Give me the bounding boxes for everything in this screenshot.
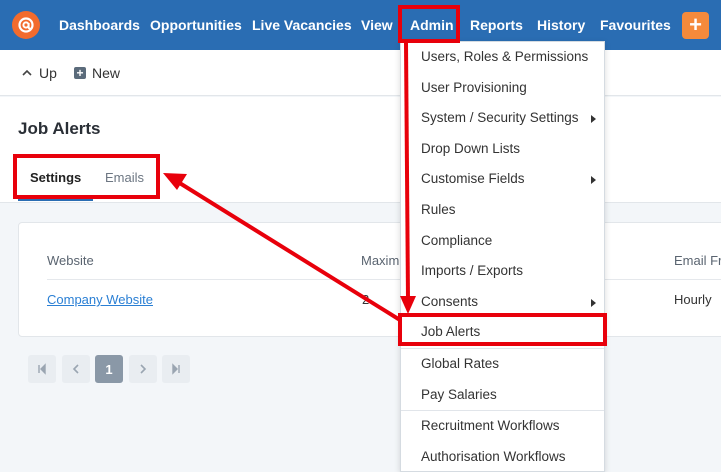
column-header-email-frequency[interactable]: Email Fr bbox=[674, 253, 721, 268]
menu-item-customise-fields[interactable]: Customise Fields bbox=[401, 164, 604, 194]
menu-item-imports-exports[interactable]: Imports / Exports bbox=[401, 256, 604, 286]
nav-dashboards[interactable]: Dashboards bbox=[59, 0, 140, 50]
top-nav-bar: Dashboards Opportunities Live Vacancies … bbox=[0, 0, 721, 50]
job-alerts-table-card: Website Maxim Email Fr Company Website 2… bbox=[18, 222, 721, 337]
nav-favourites[interactable]: Favourites bbox=[600, 0, 671, 50]
first-page-icon bbox=[38, 363, 46, 375]
menu-item-label: Consents bbox=[421, 294, 479, 309]
chevron-right-icon bbox=[140, 364, 147, 374]
menu-item-authorisation-workflows[interactable]: Authorisation Workflows bbox=[401, 442, 604, 472]
submenu-arrow-icon bbox=[591, 115, 596, 123]
page-title: Job Alerts bbox=[18, 119, 101, 138]
last-page-icon bbox=[172, 363, 180, 375]
next-page-button[interactable] bbox=[129, 355, 157, 383]
new-button[interactable]: + New bbox=[74, 65, 120, 81]
cell-email-frequency: Hourly bbox=[674, 292, 712, 307]
menu-item-label: System / Security Settings bbox=[421, 110, 579, 125]
highlight-box-job-alerts bbox=[398, 313, 607, 346]
nav-view[interactable]: View bbox=[361, 0, 393, 50]
previous-page-button[interactable] bbox=[62, 355, 90, 383]
toolbar: Up + New bbox=[0, 50, 721, 96]
website-link[interactable]: Company Website bbox=[47, 292, 153, 307]
current-page[interactable]: 1 bbox=[95, 355, 123, 383]
menu-item-global-rates[interactable]: Global Rates bbox=[401, 349, 604, 379]
menu-item-recruitment-workflows[interactable]: Recruitment Workflows bbox=[401, 411, 604, 441]
plus-square-icon: + bbox=[74, 67, 86, 79]
row-divider bbox=[47, 279, 721, 280]
nav-opportunities[interactable]: Opportunities bbox=[150, 0, 242, 50]
column-header-maximum[interactable]: Maxim bbox=[361, 253, 399, 268]
menu-item-pay-salaries[interactable]: Pay Salaries bbox=[401, 380, 604, 410]
new-label: New bbox=[92, 65, 121, 81]
submenu-arrow-icon bbox=[591, 299, 596, 307]
menu-item-label: Customise Fields bbox=[421, 171, 525, 186]
admin-dropdown-menu: Users, Roles & Permissions User Provisio… bbox=[400, 41, 605, 472]
highlight-box-tabs bbox=[13, 154, 160, 199]
chevron-up-icon bbox=[22, 69, 32, 76]
menu-item-rules[interactable]: Rules bbox=[401, 195, 604, 225]
menu-item-drop-down-lists[interactable]: Drop Down Lists bbox=[401, 134, 604, 164]
highlight-box-admin bbox=[398, 5, 460, 43]
nav-live-vacancies[interactable]: Live Vacancies bbox=[252, 0, 352, 50]
chevron-left-icon bbox=[72, 364, 79, 374]
last-page-button[interactable] bbox=[162, 355, 190, 383]
up-button[interactable]: Up bbox=[22, 65, 57, 81]
add-button[interactable]: + bbox=[682, 12, 709, 39]
menu-item-compliance[interactable]: Compliance bbox=[401, 226, 604, 256]
first-page-button[interactable] bbox=[28, 355, 56, 383]
up-label: Up bbox=[39, 65, 57, 81]
submenu-arrow-icon bbox=[591, 176, 596, 184]
column-header-website[interactable]: Website bbox=[47, 253, 94, 268]
cell-maximum: 2 bbox=[362, 292, 370, 307]
app-logo-icon[interactable] bbox=[12, 11, 40, 39]
menu-item-user-provisioning[interactable]: User Provisioning bbox=[401, 73, 604, 103]
menu-item-users-roles-permissions[interactable]: Users, Roles & Permissions bbox=[401, 42, 604, 72]
menu-item-system-security-settings[interactable]: System / Security Settings bbox=[401, 103, 604, 133]
